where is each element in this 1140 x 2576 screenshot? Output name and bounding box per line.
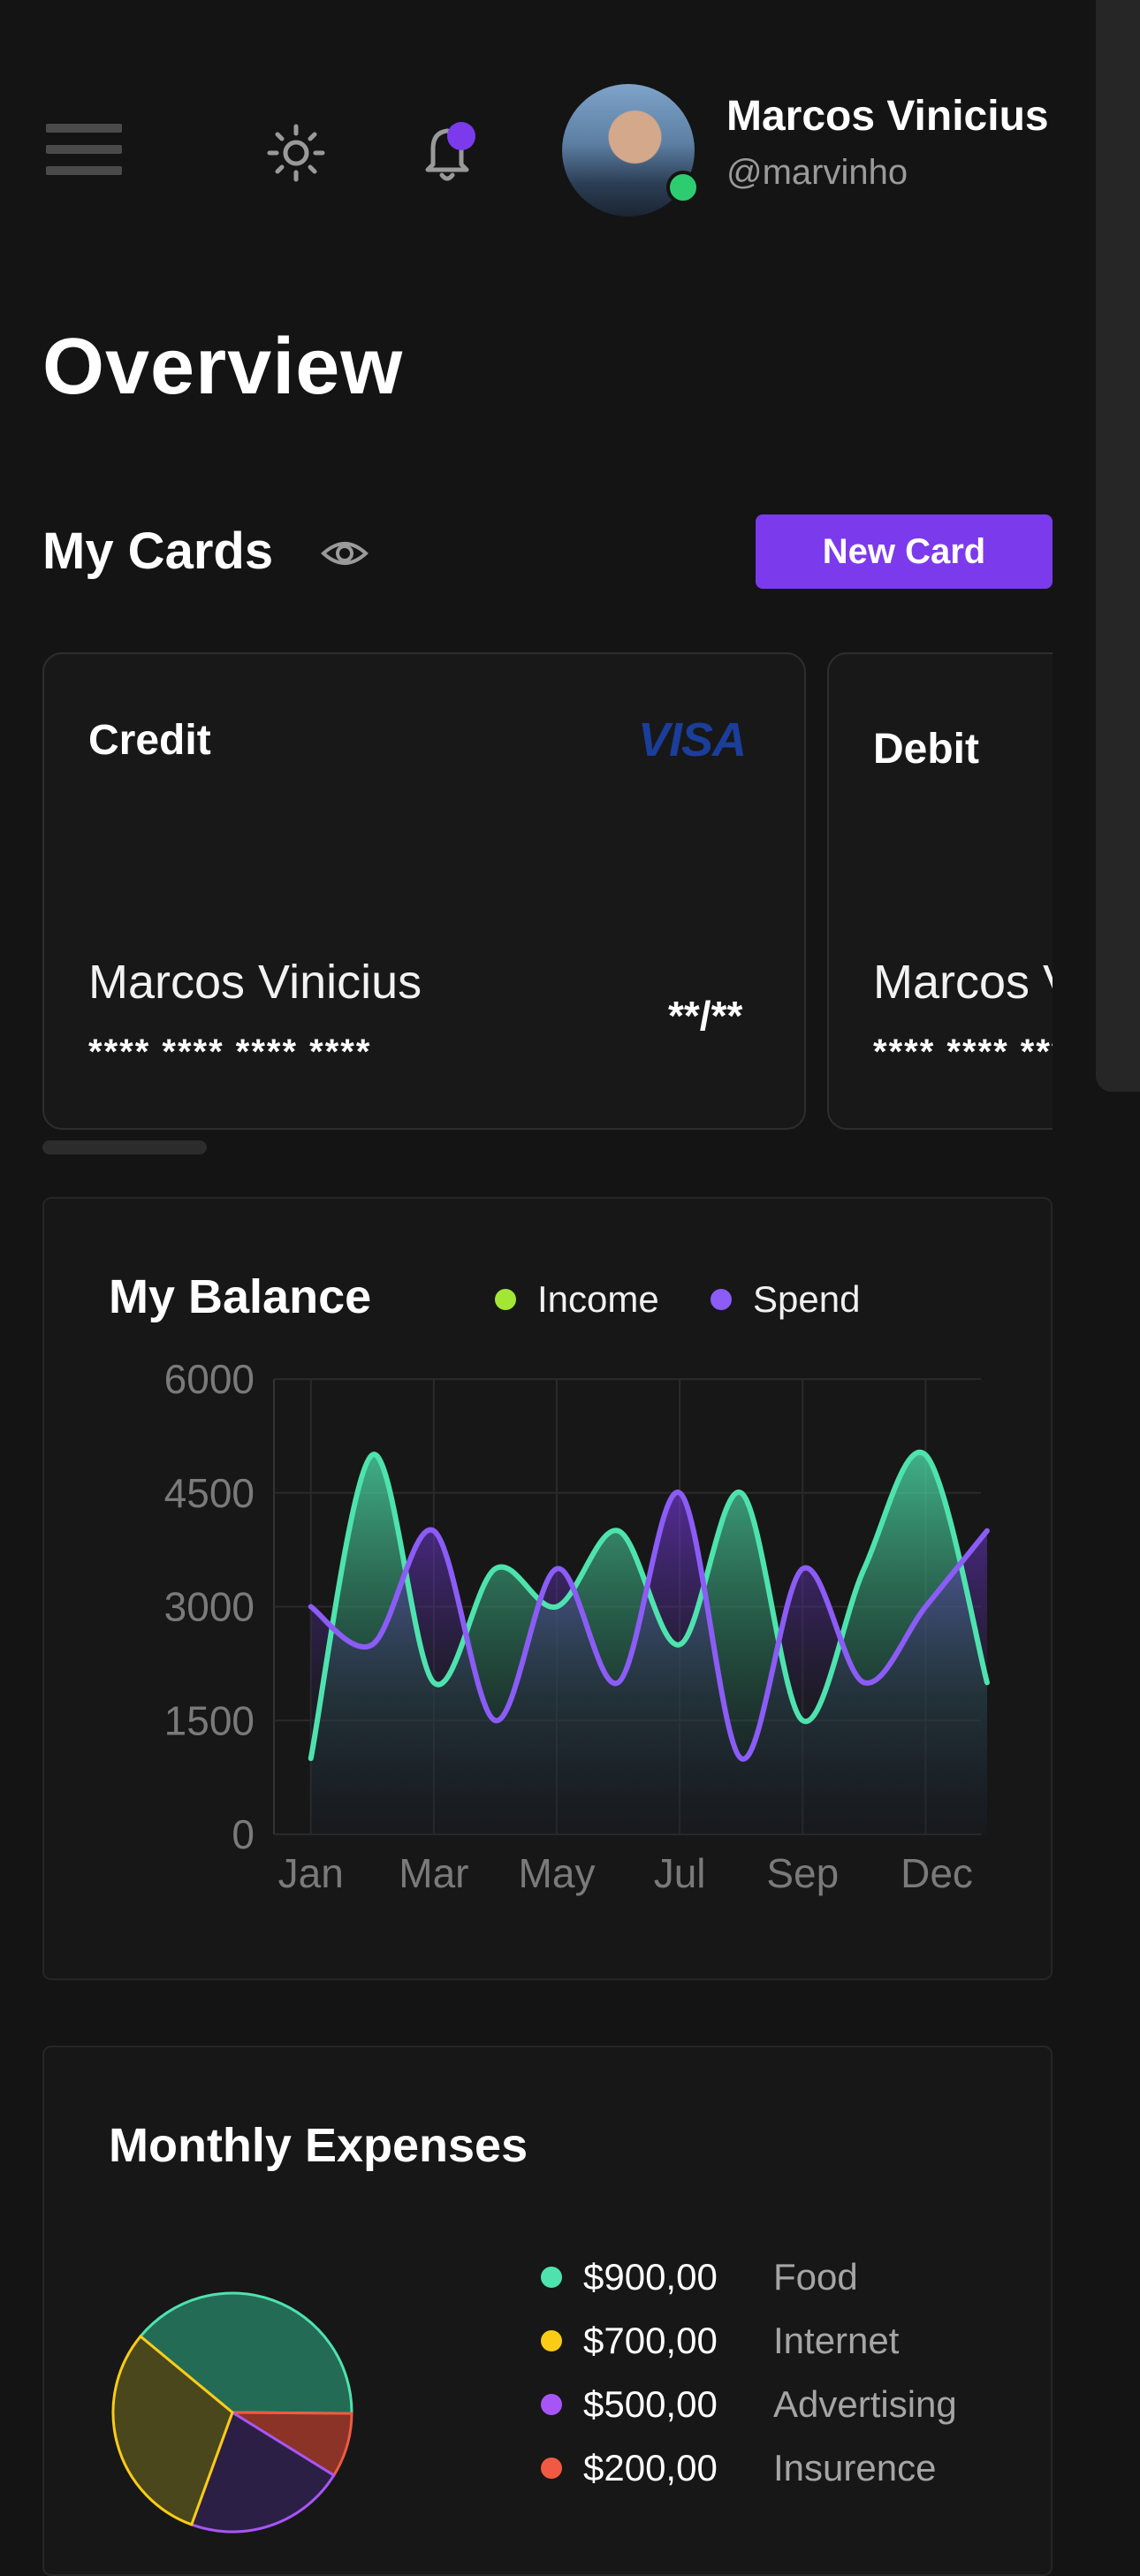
expense-row-insurence: $200,00 Insurence bbox=[541, 2447, 936, 2489]
card-expiry: **/** bbox=[668, 993, 743, 1039]
x-tick-label: Sep bbox=[766, 1850, 839, 1896]
user-name: Marcos Vinicius bbox=[726, 93, 1049, 140]
new-card-button[interactable]: New Card bbox=[756, 514, 1053, 589]
user-handle: @marvinho bbox=[726, 153, 908, 192]
expense-row-food: $900,00 Food bbox=[541, 2256, 858, 2298]
card-holder-name: Marcos Vinicius bbox=[88, 956, 422, 1009]
expense-dot bbox=[541, 2394, 562, 2415]
cards-section-title: My Cards bbox=[42, 522, 274, 580]
card-holder-name: Marcos Vinicius bbox=[873, 956, 1053, 1009]
y-tick-label: 1500 bbox=[164, 1697, 255, 1743]
card-number: **** **** **** **** bbox=[88, 1033, 372, 1071]
legend-income-label: Income bbox=[537, 1278, 659, 1320]
card-type-label: Debit bbox=[873, 726, 979, 773]
balance-title: My Balance bbox=[109, 1270, 372, 1323]
x-tick-label: Mar bbox=[399, 1850, 468, 1896]
theme-toggle-sun-icon[interactable] bbox=[265, 122, 327, 184]
x-tick-label: Dec bbox=[901, 1850, 973, 1896]
x-tick-label: May bbox=[519, 1850, 596, 1896]
credit-card[interactable]: Credit VISA Marcos Vinicius **** **** **… bbox=[42, 652, 806, 1130]
expense-row-internet: $700,00 Internet bbox=[541, 2320, 899, 2362]
y-tick-label: 3000 bbox=[164, 1584, 255, 1630]
expense-amount: $200,00 bbox=[583, 2447, 718, 2488]
expense-dot bbox=[541, 2267, 562, 2288]
page-title: Overview bbox=[42, 323, 404, 411]
x-tick-label: Jul bbox=[654, 1850, 706, 1896]
expense-label: Insurence bbox=[773, 2447, 937, 2488]
expense-amount: $900,00 bbox=[583, 2256, 718, 2298]
legend-spend-label: Spend bbox=[753, 1278, 861, 1320]
expense-label: Advertising bbox=[773, 2383, 957, 2425]
legend-spend: Spend bbox=[711, 1278, 860, 1321]
expense-row-advertising: $500,00 Advertising bbox=[541, 2383, 957, 2426]
expense-label: Food bbox=[773, 2256, 858, 2298]
legend-spend-dot bbox=[711, 1289, 732, 1310]
legend-income-dot bbox=[495, 1289, 516, 1310]
expense-amount: $700,00 bbox=[583, 2320, 718, 2361]
notification-badge bbox=[447, 122, 475, 150]
cards-scroll-indicator[interactable] bbox=[42, 1140, 207, 1155]
eye-icon[interactable] bbox=[320, 529, 369, 578]
balance-chart: 0 1500 3000 4500 6000 Jan Mar May Jul Sep Dec bbox=[164, 1356, 990, 1896]
expenses-title: Monthly Expenses bbox=[109, 2119, 528, 2172]
expense-label: Internet bbox=[773, 2320, 900, 2361]
y-tick-label: 4500 bbox=[164, 1470, 255, 1516]
online-status-dot bbox=[666, 171, 700, 204]
debit-card[interactable]: Debit Marcos Vinicius **** **** **** ***… bbox=[827, 652, 1053, 1130]
card-number: **** **** **** **** bbox=[873, 1033, 1053, 1071]
x-tick-label: Jan bbox=[278, 1850, 344, 1896]
y-tick-label: 6000 bbox=[164, 1356, 255, 1402]
visa-logo: VISA bbox=[638, 713, 747, 766]
card-type-label: Credit bbox=[88, 717, 211, 764]
cards-carousel[interactable]: Credit VISA Marcos Vinicius **** **** **… bbox=[42, 652, 1053, 1130]
menu-icon[interactable] bbox=[46, 124, 122, 187]
expense-dot bbox=[541, 2458, 562, 2479]
notification-bell-icon[interactable] bbox=[415, 115, 486, 186]
expense-amount: $500,00 bbox=[583, 2383, 718, 2425]
vertical-scrollbar[interactable] bbox=[1096, 0, 1140, 1092]
legend-income: Income bbox=[495, 1278, 659, 1321]
expenses-pie-chart bbox=[111, 2291, 353, 2534]
expense-dot bbox=[541, 2330, 562, 2351]
y-tick-label: 0 bbox=[232, 1811, 255, 1857]
